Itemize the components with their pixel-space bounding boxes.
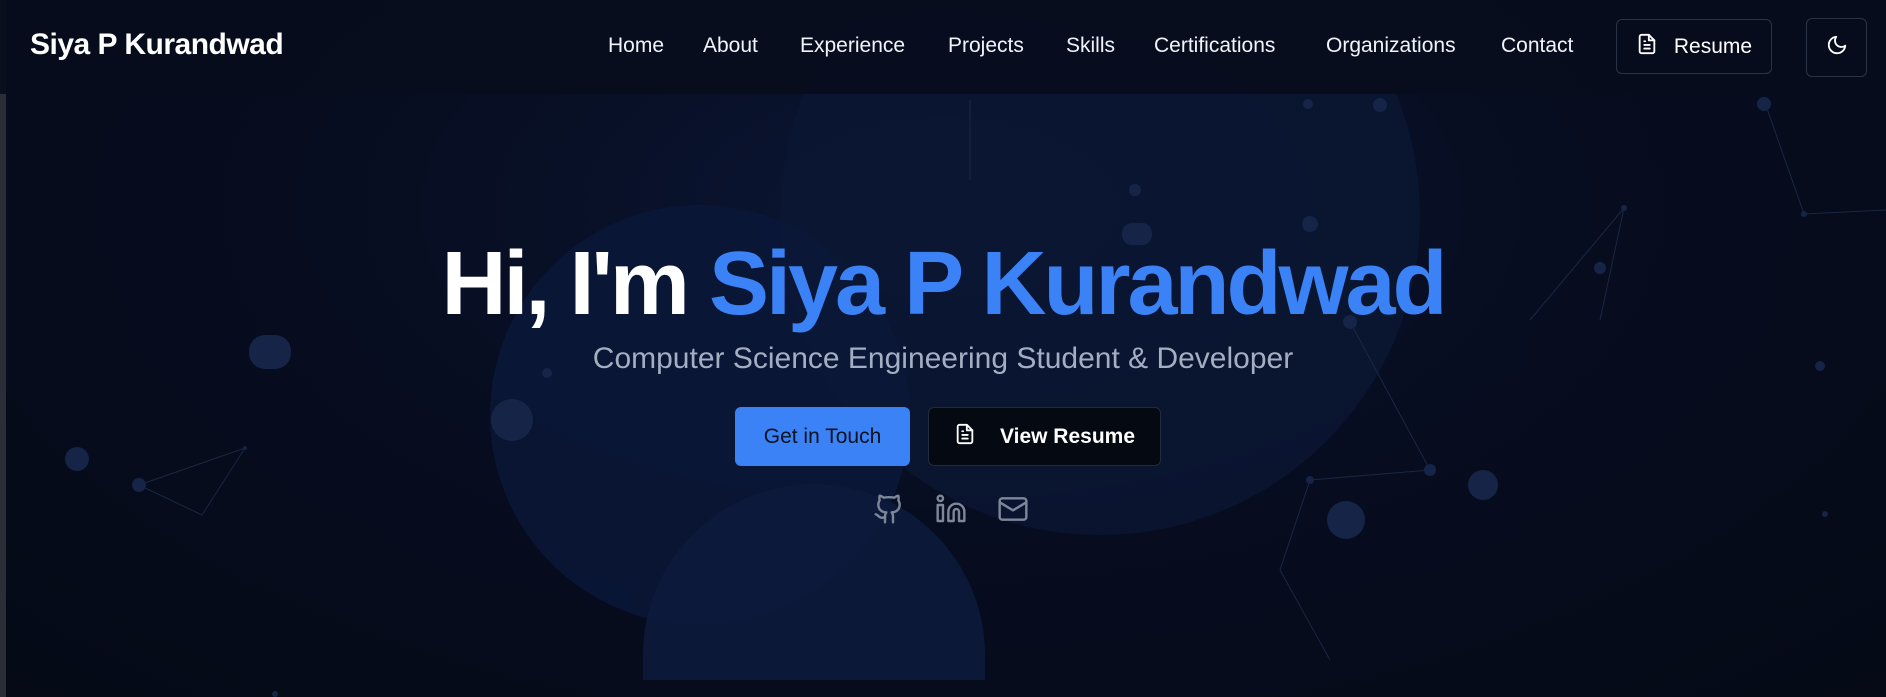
hero-greeting: Hi, I'm bbox=[441, 234, 689, 334]
nav-item-about[interactable]: About bbox=[703, 34, 758, 58]
nav-item-home[interactable]: Home bbox=[608, 34, 664, 58]
nav-item-projects[interactable]: Projects bbox=[948, 34, 1024, 58]
moon-icon bbox=[1826, 34, 1848, 61]
view-resume-button[interactable]: View Resume bbox=[928, 407, 1161, 466]
theme-toggle-button[interactable] bbox=[1806, 18, 1867, 77]
get-in-touch-button[interactable]: Get in Touch bbox=[735, 407, 910, 466]
hero-subtitle: Computer Science Engineering Student & D… bbox=[592, 342, 1294, 375]
nav-item-certifications[interactable]: Certifications bbox=[1154, 34, 1275, 58]
mail-icon[interactable] bbox=[994, 490, 1032, 528]
get-in-touch-label: Get in Touch bbox=[763, 424, 882, 448]
view-resume-label: View Resume bbox=[999, 424, 1135, 448]
hero-heading: Hi, I'm Siya P Kurandwad bbox=[0, 232, 1886, 336]
file-text-icon bbox=[954, 422, 976, 452]
nav-item-contact[interactable]: Contact bbox=[1501, 34, 1573, 58]
navbar: Siya P Kurandwad Home About Experience P… bbox=[0, 0, 1886, 94]
page: Siya P Kurandwad Home About Experience P… bbox=[0, 0, 1886, 697]
github-icon[interactable] bbox=[870, 490, 908, 528]
resume-button[interactable]: Resume bbox=[1616, 19, 1772, 74]
nav-item-skills[interactable]: Skills bbox=[1066, 34, 1115, 58]
hero-name: Siya P Kurandwad bbox=[708, 234, 1448, 334]
resume-button-label: Resume bbox=[1673, 34, 1753, 58]
nav-item-experience[interactable]: Experience bbox=[800, 34, 905, 58]
site-logo[interactable]: Siya P Kurandwad bbox=[30, 28, 284, 62]
file-text-icon bbox=[1636, 32, 1658, 62]
nav-item-organizations[interactable]: Organizations bbox=[1326, 34, 1456, 58]
social-links bbox=[870, 490, 1032, 528]
linkedin-icon[interactable] bbox=[932, 490, 970, 528]
